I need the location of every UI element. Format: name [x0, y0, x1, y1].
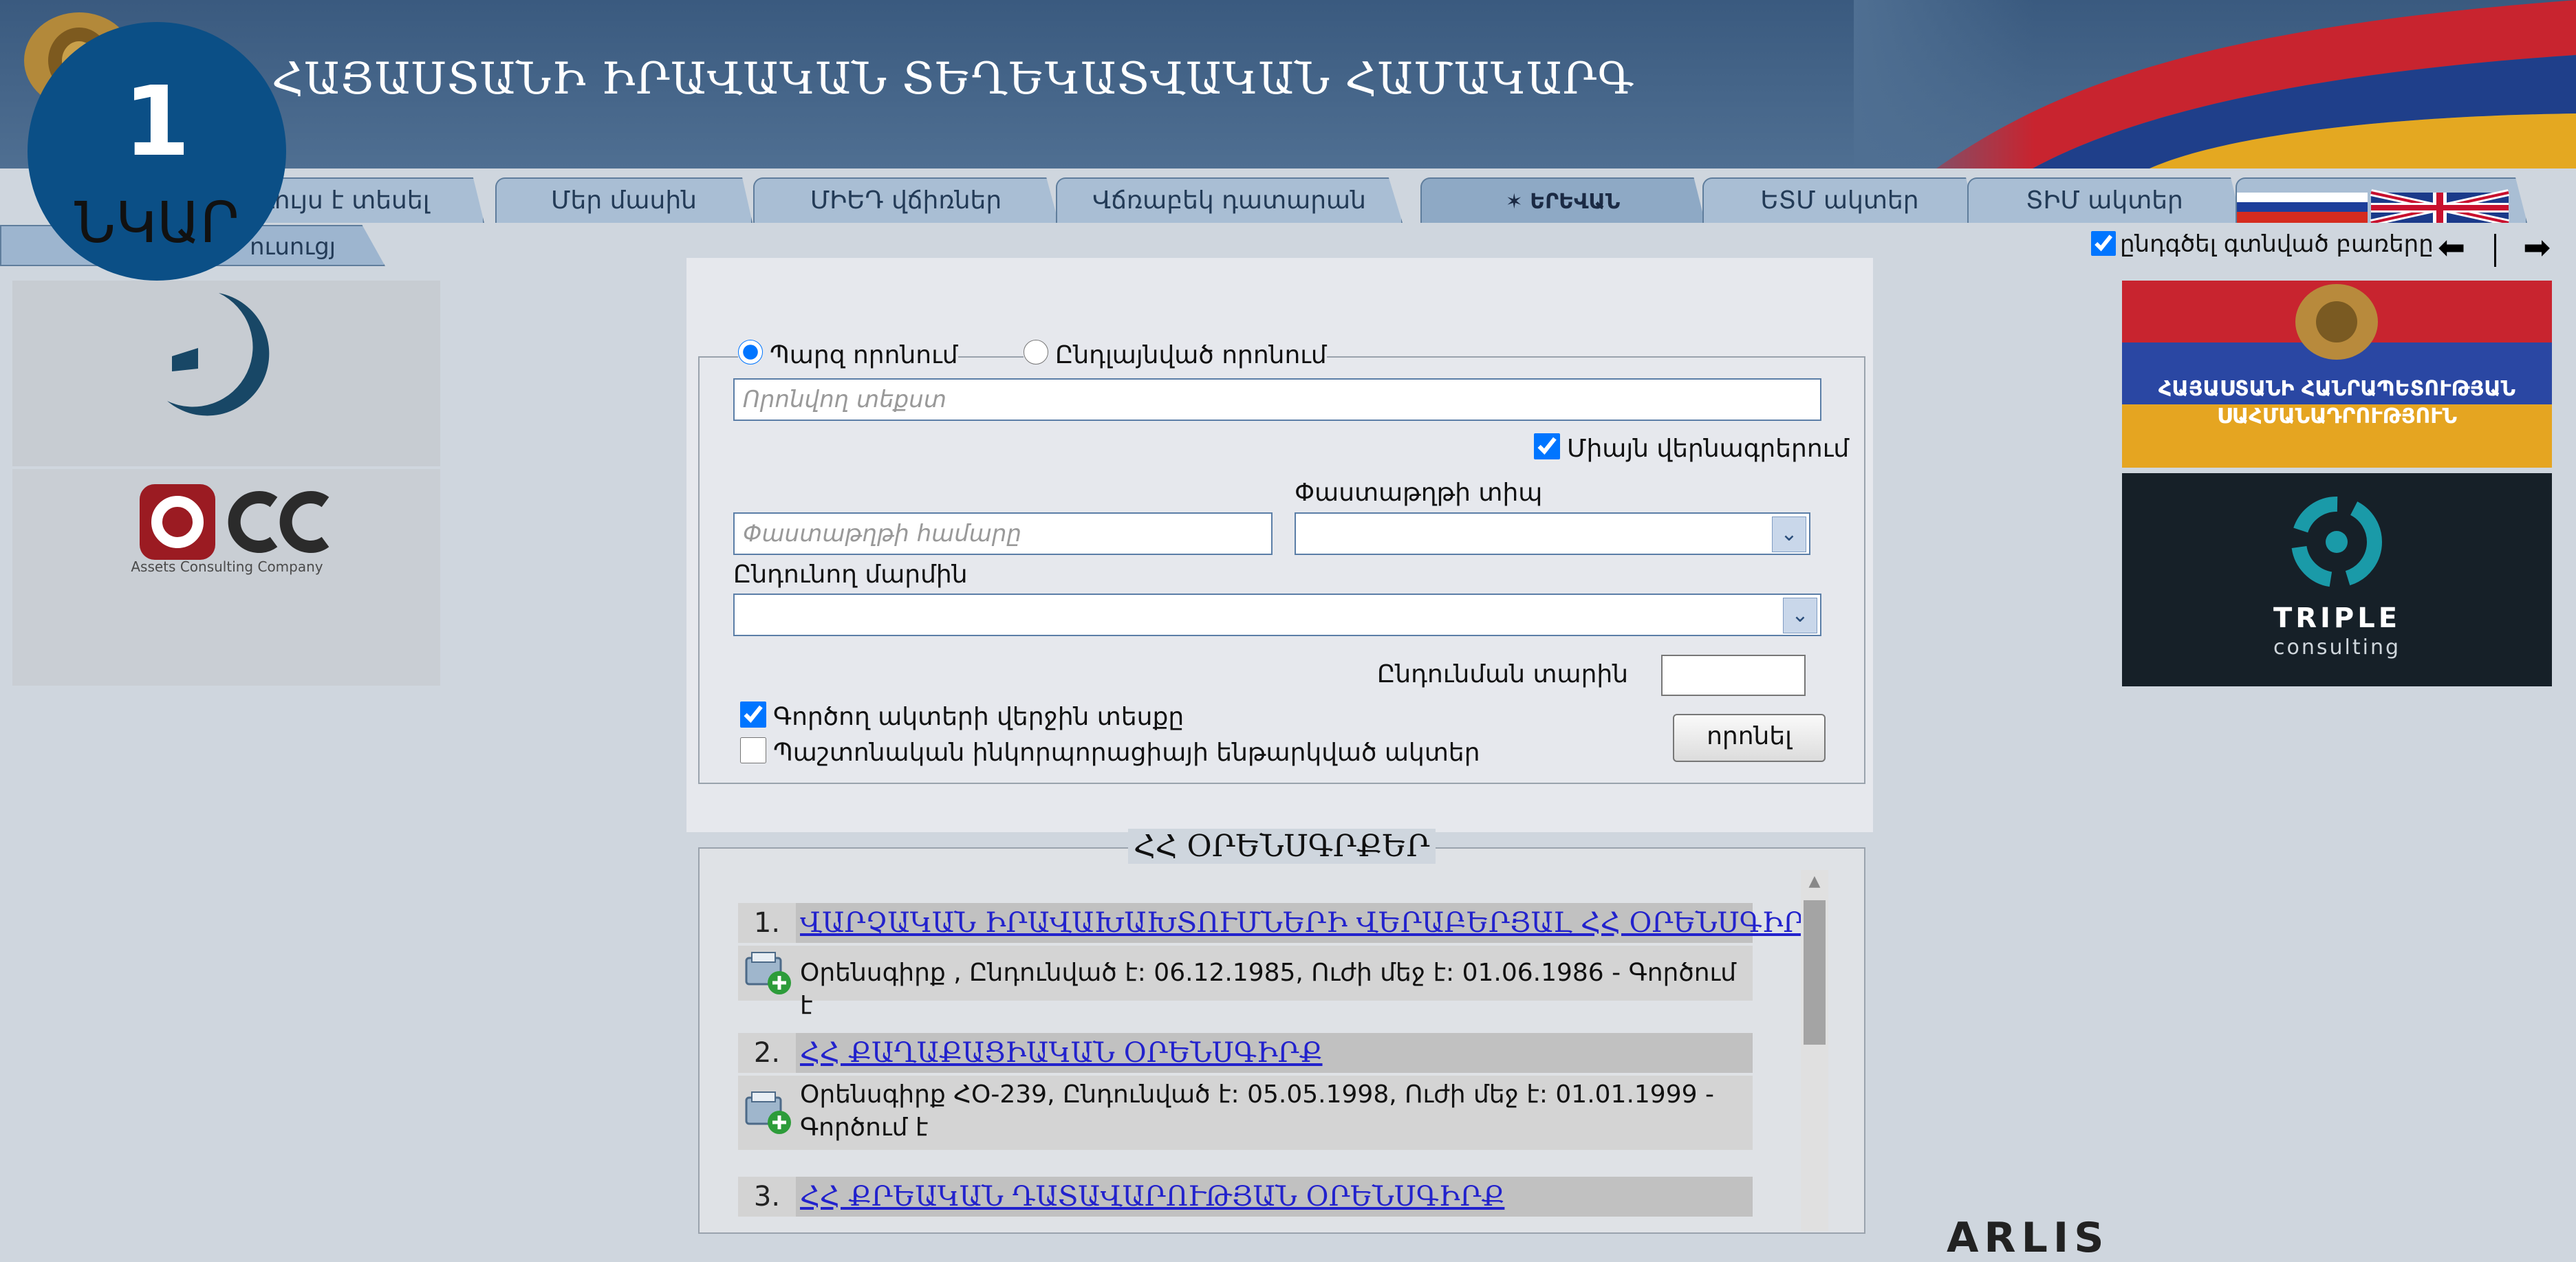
- site-header: ՀԱՅԱՍՏԱՆԻ ԻՐԱՎԱԿԱՆ ՏԵՂԵԿԱՏՎԱԿԱՆ ՀԱՄԱԿԱՐԳ: [0, 0, 2576, 168]
- results-scrollbar[interactable]: ▲: [1801, 870, 1828, 1231]
- adoption-year-label: Ընդունման տարին: [1377, 660, 1629, 688]
- armenian-flag-banner: [1854, 0, 2576, 168]
- acc-caption: Assets Consulting Company: [131, 558, 323, 575]
- current-versions-option[interactable]: Գործող ակտերի վերջին տեսքը: [740, 701, 1184, 731]
- titles-only-checkbox[interactable]: [1534, 433, 1560, 459]
- titles-only-label: Միայն վերնագրերում: [1567, 435, 1850, 463]
- tab-label: ՄԻԵԴ վճիռներ: [810, 186, 1002, 215]
- result-title-link[interactable]: ՀՀ ՔՐԵԱԿԱՆ ԴԱՏԱՎԱՐՈՒԹՅԱՆ ՕՐԵՆՍԳԻՐՔ: [800, 1177, 1504, 1217]
- simple-search-radio[interactable]: [738, 340, 763, 365]
- tab-label: Մեր մասին: [551, 186, 697, 215]
- result-meta: Օրենսգիրք ՀՕ-239, Ընդունված է: 05.05.199…: [800, 1080, 1714, 1142]
- result-header: 1. ՎԱՐՉԱԿԱՆ ԻՐԱՎԱԽԱԽՏՈՒՄՆԵՐԻ ՎԵՐԱԲԵՐՅԱԼ …: [738, 903, 1828, 943]
- highlight-found-words-toggle[interactable]: ընդգծել գտնված բառերը: [2091, 230, 2434, 258]
- tab-label: Լույս է տեսել: [261, 186, 430, 215]
- adopting-body-label: Ընդունող մարմին: [733, 561, 968, 589]
- highlight-label: ընդգծել գտնված բառերը: [2120, 230, 2434, 258]
- result-number: 2.: [738, 1033, 796, 1073]
- figure-badge: 1 ՆԿԱՐ: [28, 22, 286, 281]
- titles-only-option[interactable]: Միայն վերնագրերում: [1534, 433, 1849, 463]
- results-title: ՀՀ ՕՐԵՆՍԳՐՔԵՐ: [1128, 829, 1436, 864]
- tab-label: ԵՏՄ ակտեր: [1760, 186, 1919, 215]
- arrow-right-icon[interactable]: ➡: [2523, 231, 2551, 264]
- result-title-link[interactable]: ՀՀ ՔԱՂԱՔԱՑԻԱԿԱՆ ՕՐԵՆՍԳԻՐՔ: [800, 1033, 1323, 1073]
- site-title: ՀԱՅԱՍՏԱՆԻ ԻՐԱՎԱԿԱՆ ՏԵՂԵԿԱՏՎԱԿԱՆ ՀԱՄԱԿԱՐԳ: [272, 54, 1635, 105]
- doc-type-label: Փաստաթղթի տիպ: [1295, 479, 1543, 507]
- search-button[interactable]: որոնել: [1673, 714, 1826, 762]
- adopting-body-select[interactable]: ⌄: [733, 594, 1821, 636]
- crescent-logo-icon: [167, 293, 270, 416]
- armenian-flag-icon: [2122, 281, 2552, 468]
- tab-label: ՏԻՄ ակտեր: [2026, 186, 2183, 215]
- chevron-down-icon[interactable]: ⌄: [1783, 598, 1817, 633]
- tab-yerevan[interactable]: ✶ ԵՐԵՎԱՆ: [1420, 177, 1705, 223]
- tab-echr[interactable]: ՄԻԵԴ վճիռներ: [753, 177, 1059, 223]
- current-versions-checkbox[interactable]: [740, 701, 766, 728]
- result-title-link[interactable]: ՎԱՐՉԱԿԱՆ ԻՐԱՎԱԽԱԽՏՈՒՄՆԵՐԻ ՎԵՐԱԲԵՐՅԱԼ ՀՀ …: [800, 903, 1828, 943]
- doc-type-select[interactable]: ⌄: [1295, 512, 1810, 555]
- add-document-icon[interactable]: [742, 1088, 794, 1136]
- badge-number: 1: [123, 66, 191, 178]
- search-text-input[interactable]: Որոնվող տեքստ: [733, 378, 1821, 421]
- result-header: 3. ՀՀ ՔՐԵԱԿԱՆ ԴԱՏԱՎԱՐՈՒԹՅԱՆ ՕՐԵՆՍԳԻՐՔ: [738, 1177, 1753, 1217]
- result-details: Օրենսգիրք ՀՕ-239, Ընդունված է: 05.05.199…: [738, 1076, 1753, 1150]
- adoption-year-input[interactable]: [1661, 655, 1806, 696]
- incorporated-acts-option[interactable]: Պաշտոնական ինկորպորացիայի ենթարկված ակտե…: [740, 737, 1480, 767]
- tab-cassation[interactable]: Վճռաբեկ դատարան: [1056, 177, 1403, 223]
- triple-subtitle: consulting: [2273, 635, 2401, 660]
- footer-logo: ARLIS: [1947, 1214, 2110, 1262]
- result-number: 1.: [738, 903, 796, 943]
- tab-label: Վճռաբեկ դատարան: [1092, 186, 1366, 215]
- simple-search-label: Պարզ որոնում: [770, 341, 958, 369]
- doc-number-input[interactable]: Փաստաթղթի համարը: [733, 512, 1273, 555]
- tab-about[interactable]: Մեր մասին: [495, 177, 753, 223]
- sponsor-banner-left-1[interactable]: [12, 281, 440, 466]
- incorporated-acts-label: Պաշտոնական ինկորպորացիայի ենթարկված ակտե…: [773, 739, 1480, 767]
- advanced-search-radio[interactable]: [1024, 340, 1048, 365]
- language-flags-icon: [2237, 189, 2510, 223]
- result-meta: Օրենսգիրք , Ընդունված է: 06.12.1985, Ուժ…: [800, 959, 1737, 1020]
- highlight-checkbox[interactable]: [2091, 231, 2116, 256]
- triple-logo-icon: [2291, 497, 2382, 587]
- language-selector[interactable]: [2236, 177, 2527, 223]
- tab-lsg-acts[interactable]: ՏԻՄ ակտեր: [1967, 177, 2242, 223]
- scrollbar-thumb[interactable]: [1804, 900, 1826, 1045]
- yerevan-logo-icon: ✶ ԵՐԵՎԱՆ: [1505, 190, 1621, 214]
- triple-title: TRIPLE: [2273, 602, 2401, 634]
- advanced-search-option[interactable]: Ընդլայնված որոնում: [1024, 340, 1327, 369]
- result-number: 3.: [738, 1177, 796, 1217]
- scroll-up-icon[interactable]: ▲: [1801, 873, 1828, 893]
- constitution-line-1: ՀԱՅԱՍՏԱՆԻ ՀԱՆՐԱՊԵՏՈՒԹՅԱՆ: [2158, 377, 2516, 401]
- current-versions-label: Գործող ակտերի վերջին տեսքը: [773, 703, 1184, 731]
- result-header: 2. ՀՀ ՔԱՂԱՔԱՑԻԱԿԱՆ ՕՐԵՆՍԳԻՐՔ: [738, 1033, 1753, 1073]
- sponsor-banner-acc[interactable]: [12, 469, 440, 686]
- nav-separator: [2494, 234, 2496, 267]
- advanced-search-label: Ընդլայնված որոնում: [1055, 341, 1327, 369]
- triple-consulting-banner[interactable]: TRIPLE consulting: [2122, 473, 2552, 686]
- constitution-banner[interactable]: ՀԱՅԱՍՏԱՆԻ ՀԱՆՐԱՊԵՏՈՒԹՅԱՆ ՍԱՀՄԱՆԱԴՐՈՒԹՅՈՒ…: [2122, 281, 2552, 468]
- arrow-left-icon[interactable]: ⬅: [2438, 231, 2465, 264]
- acc-logo-icon: [140, 484, 329, 560]
- badge-label: ՆԿԱՐ: [74, 191, 239, 256]
- constitution-line-2: ՍԱՀՄԱՆԱԴՐՈՒԹՅՈՒՆ: [2216, 404, 2458, 428]
- incorporated-acts-checkbox[interactable]: [740, 737, 766, 763]
- add-document-icon[interactable]: [742, 948, 794, 997]
- main-tabs: Լույս է տեսել Մեր մասին ՄԻԵԴ վճիռներ Վճռ…: [0, 177, 2576, 223]
- chevron-down-icon[interactable]: ⌄: [1772, 516, 1806, 552]
- result-details: Օրենսգիրք , Ընդունված է: 06.12.1985, Ուժ…: [738, 946, 1753, 1020]
- simple-search-option[interactable]: Պարզ որոնում: [738, 340, 958, 369]
- tab-eeu-acts[interactable]: ԵՏՄ ակտեր: [1702, 177, 1977, 223]
